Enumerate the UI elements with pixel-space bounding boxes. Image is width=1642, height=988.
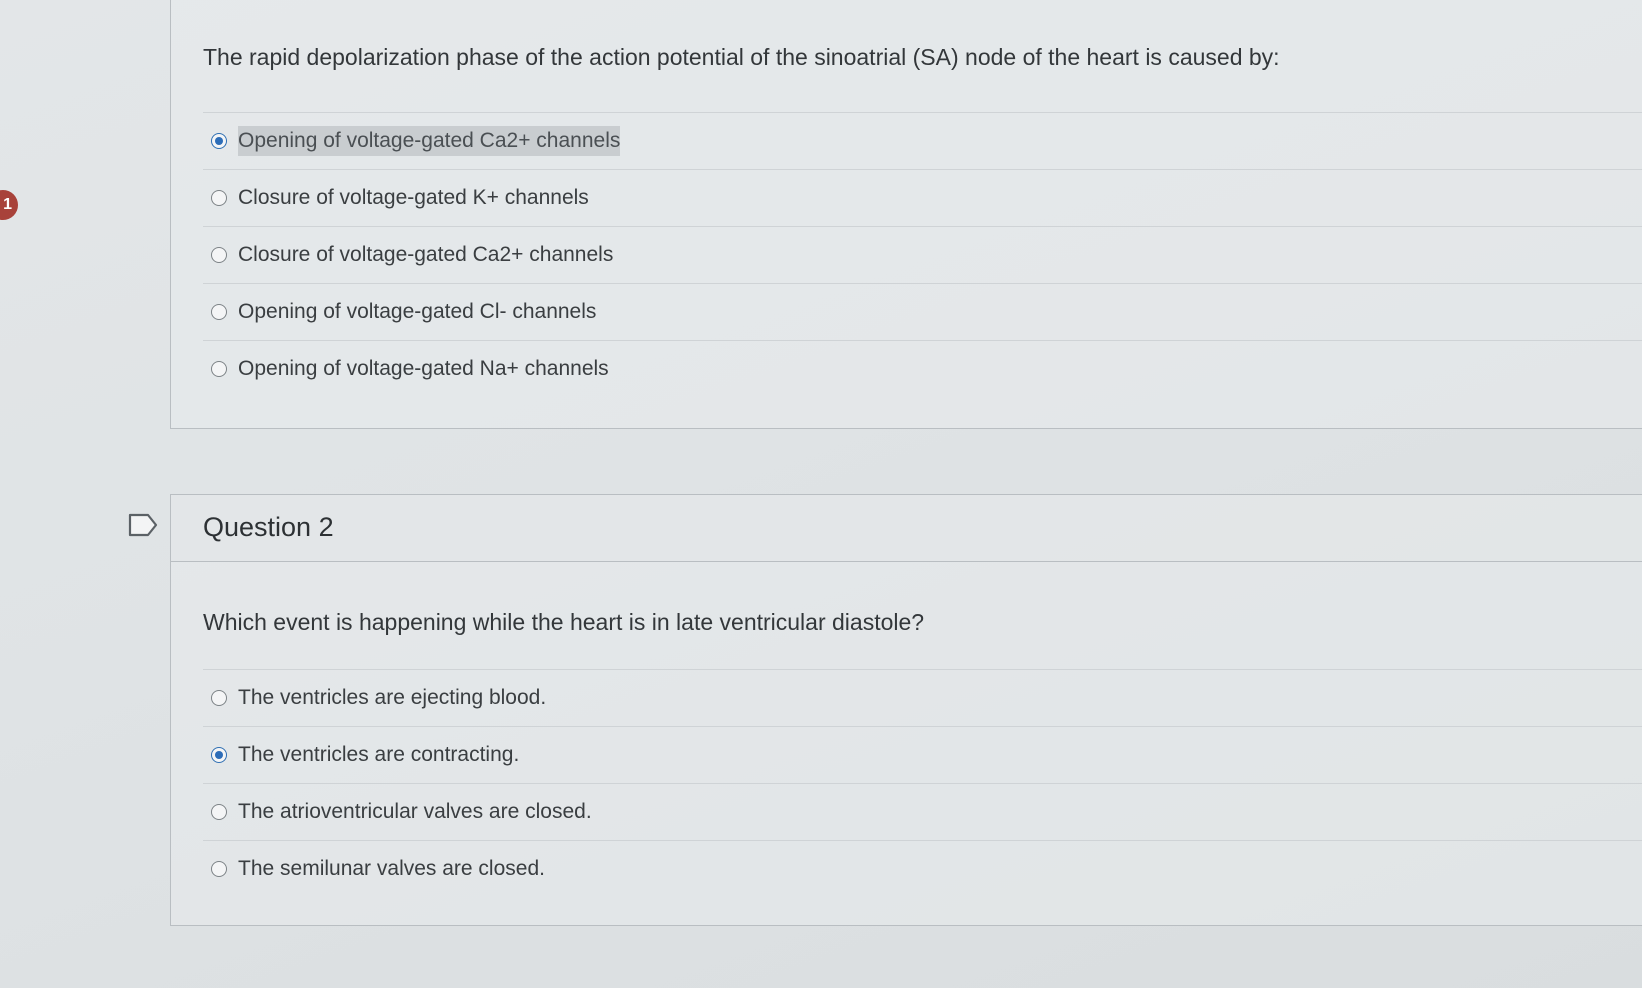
answer-label: The atrioventricular valves are closed.: [238, 800, 592, 823]
radio-icon[interactable]: [211, 861, 227, 877]
answer-option[interactable]: Opening of voltage-gated Cl- channels: [203, 283, 1642, 340]
radio-icon[interactable]: [211, 361, 227, 377]
answer-label: The ventricles are contracting.: [238, 743, 520, 766]
answer-label: The ventricles are ejecting blood.: [238, 686, 547, 709]
radio-selected-icon[interactable]: [211, 747, 227, 763]
answer-option[interactable]: The atrioventricular valves are closed.: [203, 783, 1642, 840]
question-2-answers: The ventricles are ejecting blood. The v…: [203, 669, 1642, 897]
question-2-title: Question 2: [203, 512, 334, 542]
answer-option[interactable]: Opening of voltage-gated Ca2+ channels: [203, 112, 1642, 169]
radio-icon[interactable]: [211, 190, 227, 206]
answer-label: The semilunar valves are closed.: [238, 857, 545, 880]
answer-option[interactable]: Opening of voltage-gated Na+ channels: [203, 340, 1642, 397]
question-number-badge: 1: [0, 190, 18, 220]
radio-icon[interactable]: [211, 304, 227, 320]
question-1-text: The rapid depolarization phase of the ac…: [203, 44, 1280, 70]
answer-label: Closure of voltage-gated K+ channels: [238, 186, 589, 209]
radio-icon[interactable]: [211, 690, 227, 706]
answer-label: Closure of voltage-gated Ca2+ channels: [238, 243, 614, 266]
answer-option[interactable]: The ventricles are ejecting blood.: [203, 669, 1642, 726]
flag-question-icon[interactable]: [128, 513, 158, 537]
question-1-answers: Opening of voltage-gated Ca2+ channels C…: [203, 112, 1642, 397]
answer-option[interactable]: Closure of voltage-gated K+ channels: [203, 169, 1642, 226]
answer-option[interactable]: The ventricles are contracting.: [203, 726, 1642, 783]
answer-option[interactable]: Closure of voltage-gated Ca2+ channels: [203, 226, 1642, 283]
radio-selected-icon[interactable]: [211, 133, 227, 149]
question-2-header: Question 2: [171, 495, 1642, 562]
radio-icon[interactable]: [211, 247, 227, 263]
radio-icon[interactable]: [211, 804, 227, 820]
question-1-card: The rapid depolarization phase of the ac…: [170, 0, 1642, 429]
answer-option[interactable]: The semilunar valves are closed.: [203, 840, 1642, 897]
question-2-text: Which event is happening while the heart…: [203, 609, 925, 635]
question-2-card: Question 2 Which event is happening whil…: [170, 494, 1642, 926]
answer-label: Opening of voltage-gated Ca2+ channels: [238, 126, 621, 156]
answer-label: Opening of voltage-gated Na+ channels: [238, 357, 609, 380]
answer-label: Opening of voltage-gated Cl- channels: [238, 300, 597, 323]
